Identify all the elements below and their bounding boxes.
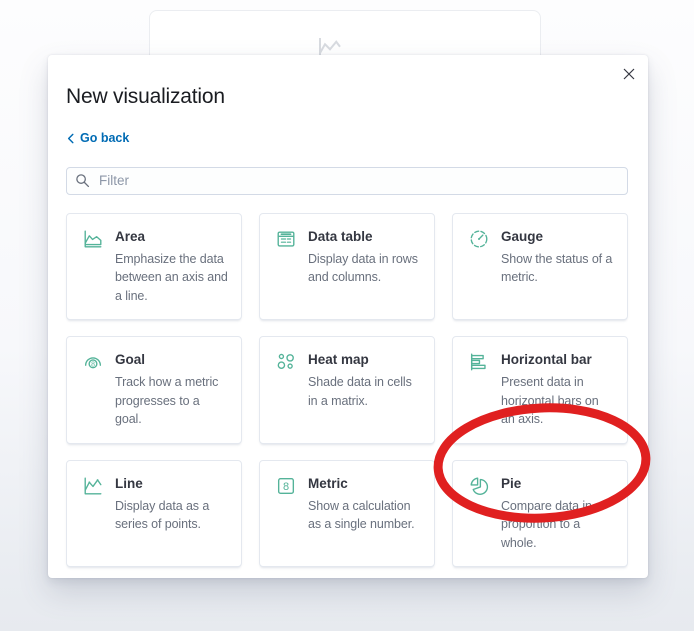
card-line[interactable]: Line Display data as a series of points. [66, 459, 242, 567]
goal-icon: 8 [82, 351, 104, 378]
card-title: Horizontal bar [501, 352, 592, 367]
card-title: Heat map [308, 352, 369, 367]
card-gauge[interactable]: Gauge Show the status of a metric. [452, 212, 628, 320]
heat-map-icon [275, 351, 297, 378]
screen: New visualization Go back Area Emphasize… [0, 0, 694, 631]
card-title: Area [115, 228, 146, 244]
go-back-link[interactable]: Go back [66, 131, 129, 145]
card-description: Show the status of a metric. [501, 251, 613, 285]
card-pie[interactable]: Pie Compare data in proportion to a whol… [452, 459, 628, 567]
filter-field [66, 166, 628, 195]
pie-icon [468, 475, 490, 502]
horizontal-bar-icon [468, 351, 490, 378]
card-data-table[interactable]: Data table Display data in rows and colu… [259, 212, 435, 320]
card-heat-map[interactable]: Heat map Shade data in cells in a matrix… [259, 336, 435, 444]
filter-input[interactable] [66, 166, 628, 195]
card-title: Data table [308, 228, 373, 244]
card-title: Goal [115, 352, 146, 367]
close-icon[interactable] [618, 63, 640, 85]
card-horizontal-bar[interactable]: Horizontal bar Present data in horizonta… [452, 336, 628, 444]
card-description: Display data in rows and columns. [308, 251, 418, 285]
go-back-label: Go back [80, 131, 130, 145]
card-area[interactable]: Area Emphasize the data between an axis … [66, 212, 242, 320]
card-description: Present data in horizontal bars on an ax… [501, 375, 599, 426]
card-description: Compare data in proportion to a whole. [501, 498, 592, 550]
card-metric[interactable]: 8 Metric Show a calculation as a single … [259, 459, 435, 567]
card-description: Display data as a series of points. [115, 498, 210, 532]
visualization-grid: Area Emphasize the data between an axis … [66, 212, 628, 579]
new-visualization-dialog: New visualization Go back Area Emphasize… [48, 55, 648, 578]
card-goal[interactable]: 8 Goal Track how a metric progresses to … [66, 336, 242, 444]
svg-text:8: 8 [91, 361, 95, 368]
line-icon [82, 475, 104, 502]
card-title: Pie [501, 475, 522, 491]
card-description: Shade data in cells in a matrix. [308, 375, 412, 408]
card-title: Metric [308, 475, 348, 491]
page-title: New visualization [66, 85, 225, 108]
chevron-left-icon [67, 133, 74, 143]
card-title: Gauge [501, 228, 544, 244]
data-table-icon [275, 228, 297, 255]
card-description: Show a calculation as a single number. [308, 498, 415, 532]
area-icon [82, 228, 104, 255]
svg-text:8: 8 [283, 481, 289, 493]
card-title: Line [115, 475, 143, 491]
card-description: Track how a metric progresses to a goal. [115, 375, 219, 426]
gauge-icon [468, 228, 490, 255]
metric-icon: 8 [275, 475, 297, 502]
card-description: Emphasize the data between an axis and a… [115, 251, 228, 303]
